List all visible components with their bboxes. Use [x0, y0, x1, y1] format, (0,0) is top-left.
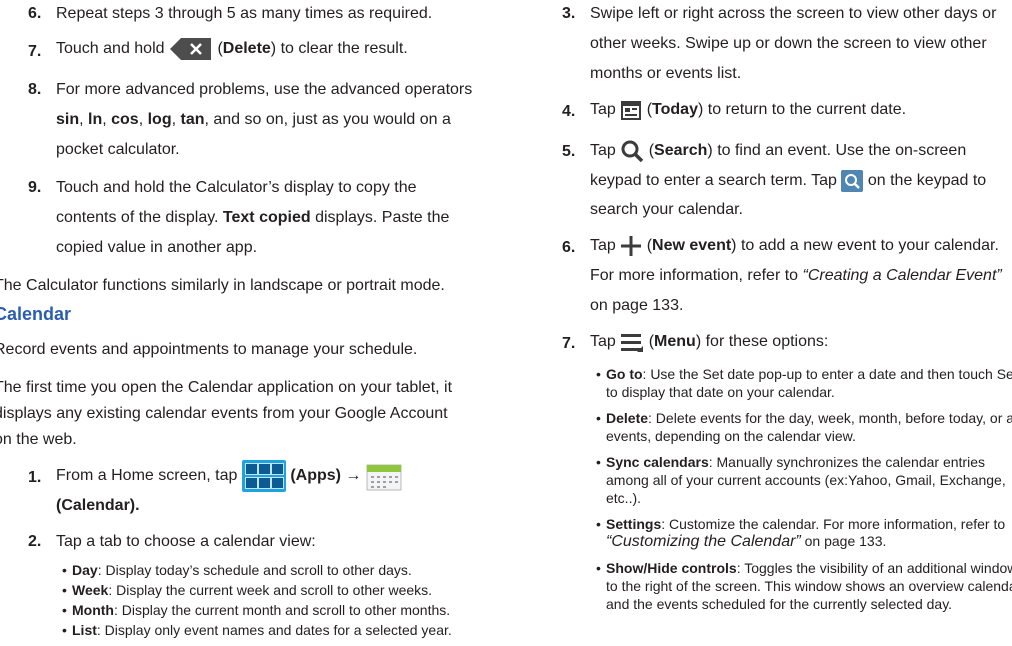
option-line: and the events scheduled for the current… [606, 596, 953, 612]
plus-icon [621, 236, 642, 256]
apps-label: (Apps) [290, 467, 341, 485]
step-6-line3: on page 133. [590, 297, 684, 314]
step-5-line3: search your calendar. [590, 201, 743, 218]
arrow-glyph: → [345, 467, 362, 485]
apps-icon [241, 460, 286, 492]
step-3-line: Swipe left or right across the screen to… [590, 5, 997, 22]
step-5-line2: keypad to enter a search term. Tap on th… [590, 170, 986, 192]
paragraph-line: The first time you open the Calendar app… [0, 379, 453, 396]
new-event-label: New event [652, 237, 732, 255]
step-8-line1: For more advanced problems, use the adva… [56, 81, 473, 98]
view-item-list: List: Display only event names and dates… [72, 622, 452, 638]
today-label: Today [652, 101, 698, 119]
view-item-month: Month: Display the current month and scr… [72, 602, 451, 618]
delete-label: Delete [222, 40, 271, 58]
option-sync-calendars: Sync calendars: Manually synchronizes th… [606, 454, 985, 470]
step-number: 6. [28, 5, 42, 22]
step-number: 7. [562, 335, 576, 352]
step-9-line3: copied value in another app. [56, 239, 258, 256]
step-number: 2. [28, 533, 42, 550]
step-7-line: Tap (Menu) for these options: [590, 331, 828, 353]
option-line: to the right of the screen. This window … [606, 578, 1012, 594]
step-5-line1: Tap (Search) to find an event. Use the o… [590, 139, 966, 163]
keypad-search-icon [841, 170, 864, 192]
calendar-app-icon [366, 464, 402, 491]
menu-icon [621, 334, 644, 352]
step-8-line2: sin, ln, cos, log, tan, and so on, just … [56, 111, 451, 128]
step-3-line: other weeks. Swipe up or down the screen… [590, 35, 987, 52]
step-6-line2: For more information, refer to “Creating… [590, 267, 1002, 284]
step-number: 1. [28, 469, 42, 486]
search-icon [621, 140, 644, 163]
view-item-week: Week: Display the current week and scrol… [72, 582, 433, 598]
step-text: Repeat steps 3 through 5 as many times a… [56, 5, 433, 22]
option-line: etc..). [606, 490, 642, 506]
section-heading: Calendar [0, 304, 72, 324]
calendar-label: (Calendar). [56, 497, 140, 514]
step-3-line: months or events list. [590, 65, 742, 82]
step-8-line3: pocket calculator. [56, 141, 180, 158]
step-number: 8. [28, 81, 42, 98]
search-label: Search [654, 142, 708, 160]
landscape-note: The Calculator functions similarly in la… [0, 277, 445, 294]
step-1-line: From a Home screen, tap (Apps) → [56, 460, 402, 492]
option-delete: Delete: Delete events for the day, week,… [606, 410, 1012, 426]
step-9-line1: Touch and hold the Calculator’s display … [56, 179, 417, 196]
step-text: Tap a tab to choose a calendar view: [56, 533, 316, 550]
option-line: events, depending on the calendar view. [606, 428, 856, 444]
option-settings-ref: “Customizing the Calendar” on page 133. [606, 533, 887, 550]
intro-text: Record events and appointments to manage… [0, 341, 418, 358]
option-settings: Settings: Customize the calendar. For mo… [606, 516, 1006, 532]
paragraph-line: on the web. [0, 431, 77, 448]
step-7-line: Touch and hold (Delete) to clear the res… [56, 37, 408, 61]
step-6-line1: Tap (New event) to add a new event to yo… [590, 235, 999, 257]
step-number: 3. [562, 5, 576, 22]
option-line: among all of your current accounts (ex:Y… [606, 472, 1006, 488]
step-number: 4. [562, 103, 576, 120]
step-number: 6. [562, 239, 576, 256]
step-4-line: Tap (Today) to return to the current dat… [590, 99, 906, 121]
step-number: 9. [28, 179, 42, 196]
step-number: 7. [28, 43, 42, 60]
today-icon [621, 101, 642, 120]
option-go-to: Go to: Use the Set date pop-up to enter … [606, 366, 1012, 382]
menu-label: Menu [654, 333, 696, 351]
step-number: 5. [562, 143, 576, 160]
option-line: to display that date on your calendar. [606, 384, 835, 400]
paragraph-line: displays any existing calendar events fr… [0, 405, 448, 422]
delete-key-icon [169, 38, 211, 60]
step-9-line2: contents of the display. Text copied dis… [56, 209, 450, 226]
option-show-hide-controls: Show/Hide controls: Toggles the visibili… [606, 560, 1012, 576]
view-item-day: Day: Display today’s schedule and scroll… [72, 562, 412, 578]
